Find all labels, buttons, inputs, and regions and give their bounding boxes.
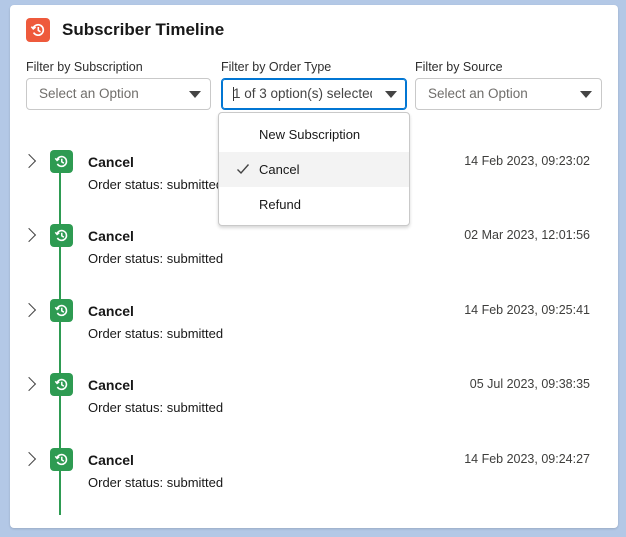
chevron-right-icon[interactable] <box>21 376 37 392</box>
option-cancel[interactable]: Cancel <box>219 152 409 187</box>
option-label: Refund <box>259 197 301 212</box>
page-title: Subscriber Timeline <box>62 20 225 39</box>
timeline-item-date: 02 Mar 2023, 12:01:56 <box>464 228 590 242</box>
timeline-item: Cancel Order status: submitted 14 Feb 2023… <box>10 297 618 371</box>
order-type-select[interactable]: 1 of 3 option(s) selected <box>221 78 407 110</box>
caret-down-icon <box>385 91 397 98</box>
subscription-filter: Filter by Subscription Select an Option <box>26 60 211 110</box>
subscription-select-placeholder: Select an Option <box>39 86 139 101</box>
order-history-icon <box>50 224 73 247</box>
timeline-item: Cancel Order status: submitted 05 Jul 2023… <box>10 371 618 445</box>
option-label: New Subscription <box>259 127 361 142</box>
source-select[interactable]: Select an Option <box>415 78 602 110</box>
timeline-item-status: Order status: submitted <box>88 251 224 266</box>
order-history-icon <box>50 299 73 322</box>
timeline-item-status: Order status: submitted <box>88 177 224 192</box>
timeline-item-date: 14 Feb 2023, 09:24:27 <box>464 452 590 466</box>
order-history-icon <box>50 373 73 396</box>
order-type-select-value: 1 of 3 option(s) selected <box>233 86 372 101</box>
subscriber-timeline-card: Subscriber Timeline Filter by Subscripti… <box>10 5 618 528</box>
timeline-item-status: Order status: submitted <box>88 475 224 490</box>
chevron-right-icon[interactable] <box>21 153 37 169</box>
timeline-item: Cancel Order status: submitted 02 Mar 2023… <box>10 222 618 296</box>
card-header: Subscriber Timeline <box>26 18 224 42</box>
timeline-item-date: 14 Feb 2023, 09:23:02 <box>464 154 590 168</box>
timeline-item-date: 14 Feb 2023, 09:25:41 <box>464 303 590 317</box>
timeline-item-title: Cancel <box>88 452 134 468</box>
source-filter-label: Filter by Source <box>415 60 503 74</box>
order-history-icon <box>50 448 73 471</box>
option-new-subscription[interactable]: New Subscription <box>219 117 409 152</box>
checkmark-icon <box>237 164 250 175</box>
order-history-icon <box>50 150 73 173</box>
timeline-item-title: Cancel <box>88 154 134 170</box>
order-type-dropdown: New Subscription Cancel Refund <box>218 112 410 226</box>
subscription-select[interactable]: Select an Option <box>26 78 211 110</box>
timeline-item-date: 05 Jul 2023, 09:38:35 <box>469 377 590 391</box>
caret-down-icon <box>580 91 592 98</box>
timeline-item-status: Order status: submitted <box>88 326 224 341</box>
timeline-item-title: Cancel <box>88 228 134 244</box>
source-select-placeholder: Select an Option <box>428 86 528 101</box>
subscription-filter-label: Filter by Subscription <box>26 60 143 74</box>
timeline-item-title: Cancel <box>88 303 134 319</box>
option-label: Cancel <box>259 162 300 177</box>
option-refund[interactable]: Refund <box>219 187 409 222</box>
chevron-right-icon[interactable] <box>21 451 37 467</box>
caret-down-icon <box>189 91 201 98</box>
order-type-filter: Filter by Order Type 1 of 3 option(s) se… <box>221 60 407 110</box>
timeline-item-status: Order status: submitted <box>88 400 224 415</box>
source-filter: Filter by Source Select an Option <box>415 60 602 110</box>
order-type-filter-label: Filter by Order Type <box>221 60 332 74</box>
chevron-right-icon[interactable] <box>21 302 37 318</box>
timeline-item-title: Cancel <box>88 377 134 393</box>
history-icon <box>26 18 50 42</box>
chevron-right-icon[interactable] <box>21 227 37 243</box>
timeline-item: Cancel Order status: submitted 14 Feb 2023… <box>10 446 618 520</box>
